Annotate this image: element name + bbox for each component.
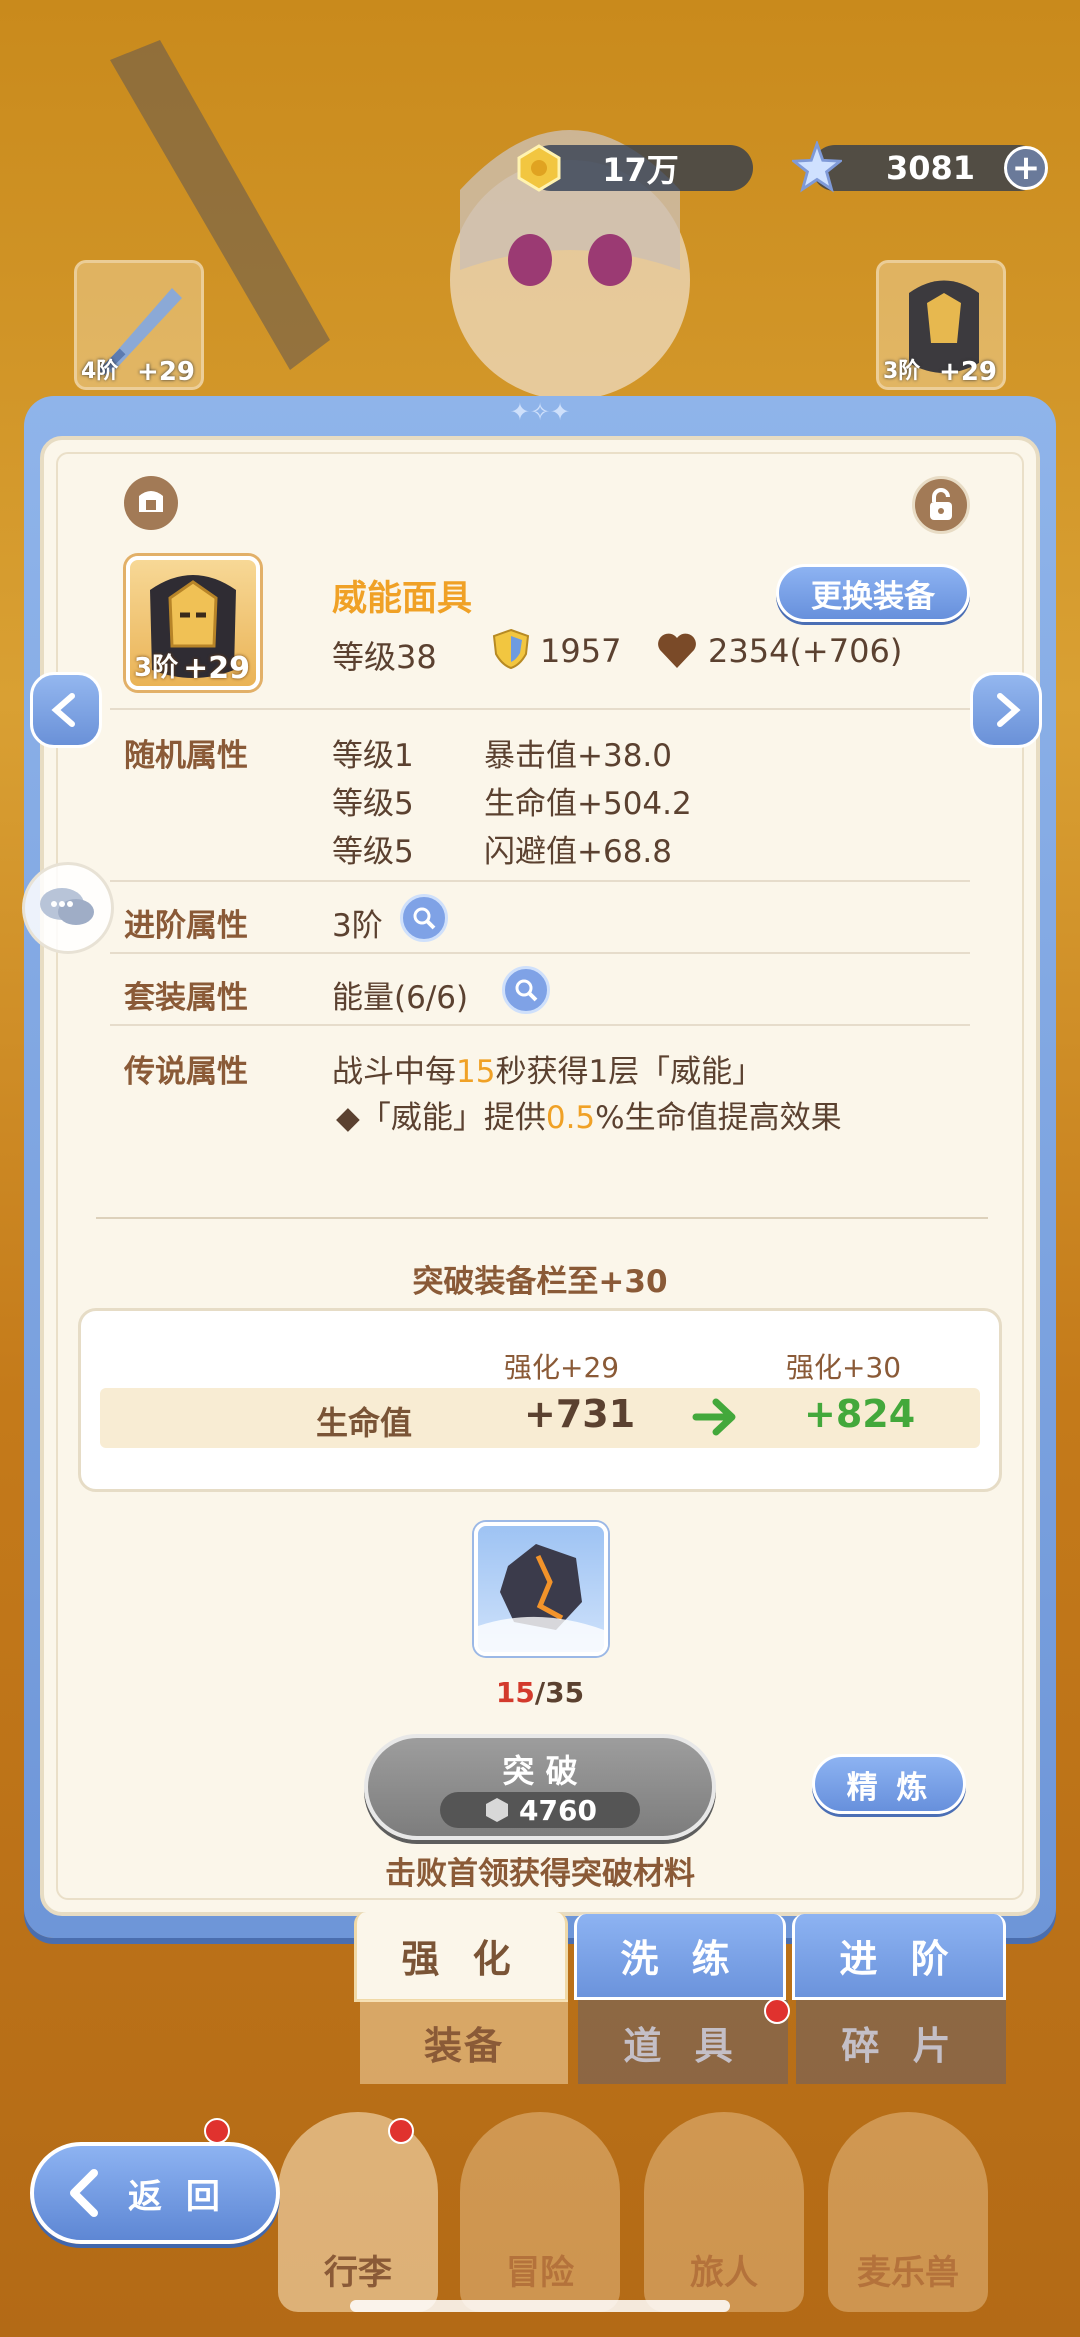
nav-bag[interactable]: 行李 bbox=[278, 2112, 438, 2312]
stat-name: 生命值 bbox=[316, 1404, 413, 1442]
subtab-items[interactable]: 道 具 bbox=[578, 2000, 788, 2084]
legend-attr-line1: 战斗中每15秒获得1层「威能」 bbox=[332, 1046, 763, 1091]
shield-icon bbox=[492, 628, 530, 670]
equipment-type-icon bbox=[124, 476, 178, 530]
col-current-label: 强化+29 bbox=[504, 1351, 620, 1384]
breakthrough-button[interactable]: 突 破 4760 bbox=[364, 1734, 716, 1840]
divider bbox=[110, 880, 970, 882]
stat-current: +731 bbox=[524, 1392, 636, 1436]
set-zoom-button[interactable] bbox=[502, 966, 550, 1014]
legend-text: %生命值提高效果 bbox=[595, 1100, 842, 1136]
advance-attr-value: 3阶 bbox=[332, 908, 383, 944]
change-equipment-button[interactable]: 更换装备 bbox=[776, 564, 970, 622]
material-need: /35 bbox=[534, 1676, 585, 1709]
breakthrough-hint: 击败首领获得突破材料 bbox=[385, 1856, 695, 1892]
refine-button[interactable]: 精 炼 bbox=[812, 1754, 966, 1814]
prev-item-button[interactable] bbox=[30, 672, 102, 748]
nav-adventure[interactable]: 冒险 bbox=[460, 2112, 620, 2312]
material-item[interactable] bbox=[474, 1522, 608, 1656]
slot-tier: 3阶 bbox=[883, 359, 921, 384]
random-attr-level: 等级1 bbox=[332, 738, 414, 774]
star-amount: 3081 bbox=[886, 149, 976, 187]
item-level: 等级38 bbox=[332, 638, 437, 676]
chat-button[interactable] bbox=[22, 862, 114, 954]
subtab-fragments[interactable]: 碎 片 bbox=[796, 2000, 1006, 2084]
back-arrow-icon bbox=[70, 2169, 98, 2217]
nav-pet[interactable]: 麦乐兽 bbox=[828, 2112, 988, 2312]
back-button[interactable]: 返 回 bbox=[30, 2142, 280, 2244]
breakthrough-title: 突破装备栏至+30 bbox=[412, 1264, 668, 1300]
legend-attr-line2: ◆「威能」提供0.5%生命值提高效果 bbox=[336, 1092, 842, 1137]
chevron-left-icon bbox=[51, 693, 75, 727]
nav-traveler[interactable]: 旅人 bbox=[644, 2112, 804, 2312]
material-count: 15/35 bbox=[0, 1676, 1080, 1709]
coin-icon bbox=[514, 143, 564, 193]
tab-enhance[interactable]: 强 化 bbox=[354, 1912, 568, 2002]
home-indicator[interactable] bbox=[350, 2300, 730, 2312]
chat-icon bbox=[40, 888, 94, 925]
divider bbox=[110, 952, 970, 954]
hp-value: 2354(+706) bbox=[708, 632, 903, 670]
legend-highlight: 15 bbox=[456, 1054, 496, 1090]
random-attr-stat: 生命值+504.2 bbox=[484, 786, 692, 822]
random-attr-stat: 暴击值+38.0 bbox=[484, 738, 672, 774]
silver-coin-icon bbox=[486, 1798, 509, 1822]
section-divider bbox=[96, 1217, 988, 1219]
item-card[interactable]: 3阶 +29 bbox=[126, 556, 260, 690]
divider bbox=[110, 1024, 970, 1026]
random-attr-label: 随机属性 bbox=[124, 738, 248, 774]
random-attr-level: 等级5 bbox=[332, 786, 414, 822]
back-label: 返 回 bbox=[128, 2176, 226, 2217]
item-plus: +29 bbox=[183, 651, 250, 686]
divider bbox=[110, 708, 970, 710]
add-currency-button[interactable]: + bbox=[1004, 146, 1048, 190]
coin-amount: 17万 bbox=[602, 151, 679, 189]
breakthrough-label: 突 破 bbox=[502, 1752, 578, 1790]
set-attr-label: 套装属性 bbox=[124, 980, 248, 1016]
stat-next: +824 bbox=[804, 1392, 916, 1436]
slot-tier: 4阶 bbox=[81, 359, 119, 384]
advance-zoom-button[interactable] bbox=[400, 894, 448, 942]
heart-icon bbox=[656, 632, 698, 670]
legend-text: 战斗中每 bbox=[332, 1054, 456, 1090]
item-tier: 3阶 bbox=[134, 653, 179, 683]
nav-notification-dot bbox=[204, 2118, 230, 2144]
item-name: 威能面具 bbox=[332, 579, 473, 619]
magnifier-icon bbox=[413, 907, 436, 930]
weapon-slot[interactable]: 4阶 +29 bbox=[74, 260, 204, 390]
tab-reforge[interactable]: 洗 练 bbox=[574, 1914, 786, 2000]
unlock-icon bbox=[930, 488, 952, 520]
random-attr-level: 等级5 bbox=[332, 834, 414, 870]
magnifier-icon bbox=[515, 979, 538, 1002]
legend-highlight: 0.5 bbox=[545, 1100, 596, 1136]
set-attr-value: 能量(6/6) bbox=[332, 980, 469, 1016]
panel-top-ornament: ✦✧✦ bbox=[509, 398, 571, 426]
legend-text: 秒获得1层「威能」 bbox=[495, 1054, 764, 1090]
defense-value: 1957 bbox=[540, 632, 622, 670]
cost-pill: 4760 bbox=[440, 1792, 640, 1828]
next-item-button[interactable] bbox=[970, 672, 1042, 748]
cost-value: 4760 bbox=[519, 1793, 597, 1827]
legend-text: ◆「威能」提供 bbox=[336, 1100, 546, 1136]
advance-attr-label: 进阶属性 bbox=[124, 908, 248, 944]
lock-button[interactable] bbox=[912, 476, 970, 534]
slot-plus: +29 bbox=[939, 357, 997, 387]
background-character bbox=[420, 70, 720, 400]
star-icon bbox=[792, 141, 842, 193]
chevron-right-icon bbox=[997, 693, 1021, 727]
random-attr-stat: 闪避值+68.8 bbox=[484, 834, 672, 870]
slot-plus: +29 bbox=[137, 357, 195, 387]
items-notification-dot bbox=[764, 1998, 790, 2024]
material-have: 15 bbox=[495, 1676, 535, 1709]
helmet-slot[interactable]: 3阶 +29 bbox=[876, 260, 1006, 390]
col-next-label: 强化+30 bbox=[786, 1351, 902, 1384]
subtab-equipment[interactable]: 装备 bbox=[360, 2000, 568, 2084]
legend-attr-label: 传说属性 bbox=[124, 1054, 248, 1090]
tab-advance[interactable]: 进 阶 bbox=[792, 1914, 1006, 2000]
ore-icon bbox=[478, 1544, 604, 1652]
bag-notification-dot bbox=[388, 2118, 414, 2144]
arrow-right-icon bbox=[692, 1396, 740, 1438]
